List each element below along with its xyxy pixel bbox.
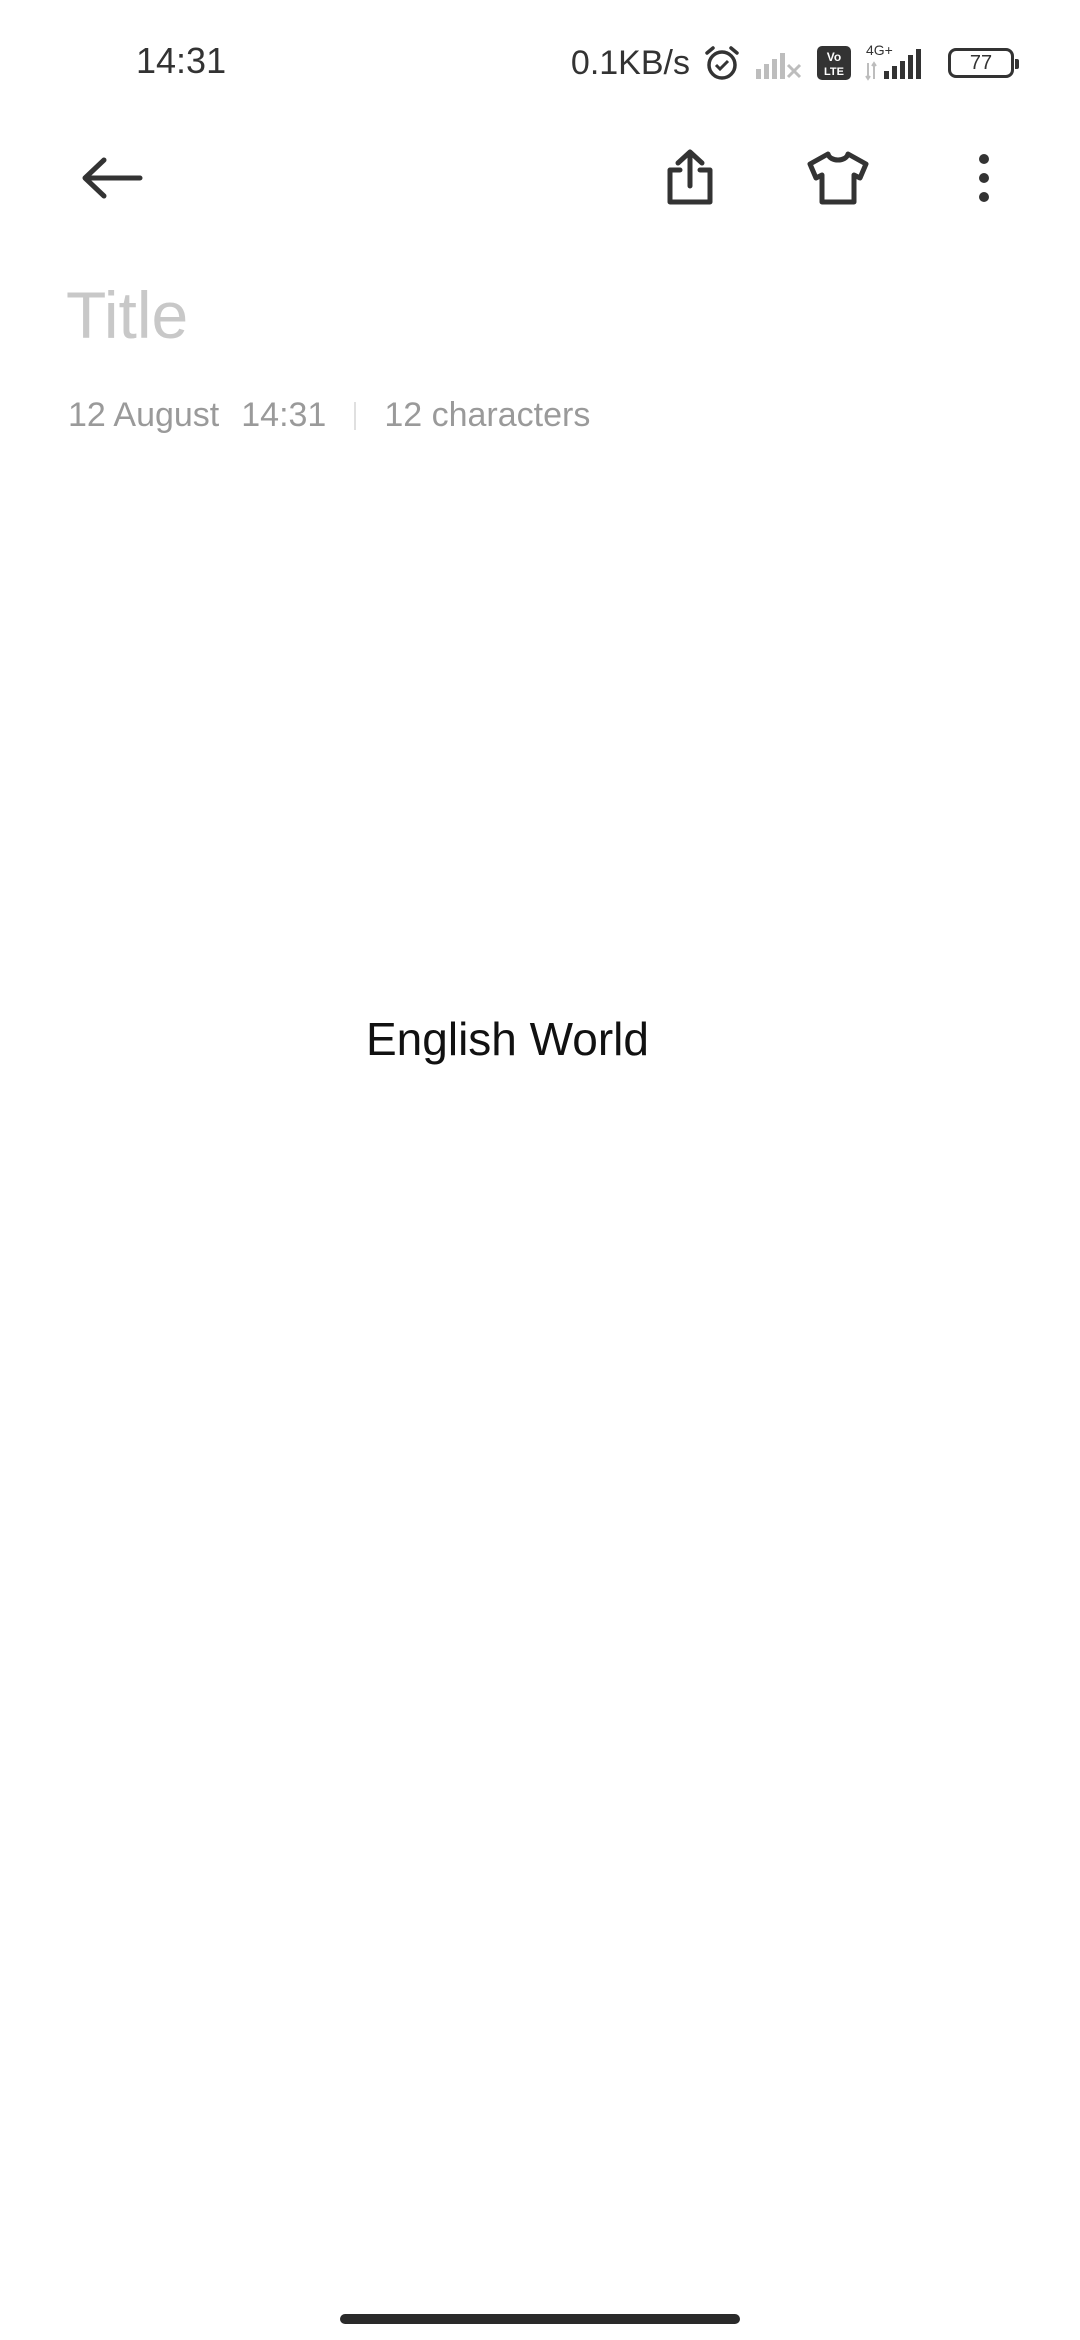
back-button[interactable] [64, 130, 160, 226]
status-time: 14:31 [136, 40, 227, 81]
note-title-input[interactable] [66, 270, 1006, 360]
signal-off-icon [754, 45, 804, 81]
editor-toolbar [0, 130, 1080, 230]
alarm-icon [702, 43, 742, 83]
more-vertical-icon [979, 154, 989, 202]
back-arrow-icon [82, 157, 143, 199]
network-type-label: 4G+ [866, 43, 893, 58]
share-icon [667, 149, 713, 205]
meta-divider [354, 401, 357, 430]
note-meta: 12 August 14:31 12 characters [68, 396, 590, 435]
home-indicator[interactable] [340, 2314, 740, 2324]
volte-icon: Vo LTE [816, 45, 852, 81]
theme-shirt-icon [807, 151, 869, 205]
more-options-button[interactable] [936, 130, 1032, 226]
network-speed: 0.1KB/s [570, 43, 690, 82]
theme-button[interactable] [790, 130, 886, 226]
note-editor-screen: 14:31 0.1KB/s Vo LTE 4G+ 77 Title 12 Aug… [0, 0, 1080, 2340]
note-time: 14:31 [241, 396, 327, 434]
status-bar: 14:31 0.1KB/s Vo LTE 4G+ 77 [0, 0, 1080, 120]
note-date: 12 August [68, 396, 220, 434]
battery-level: 77 [969, 51, 993, 74]
battery-icon: 77 [948, 48, 1019, 78]
character-count: 12 characters [384, 396, 591, 434]
svg-text:Vo: Vo [827, 50, 841, 64]
status-icons: 0.1KB/s Vo LTE 4G+ 77 [570, 38, 1019, 88]
share-button[interactable] [642, 130, 738, 226]
note-body-text[interactable]: English World [366, 1012, 649, 1066]
signal-icon: 4G+ [864, 43, 936, 83]
svg-text:LTE: LTE [824, 66, 844, 78]
